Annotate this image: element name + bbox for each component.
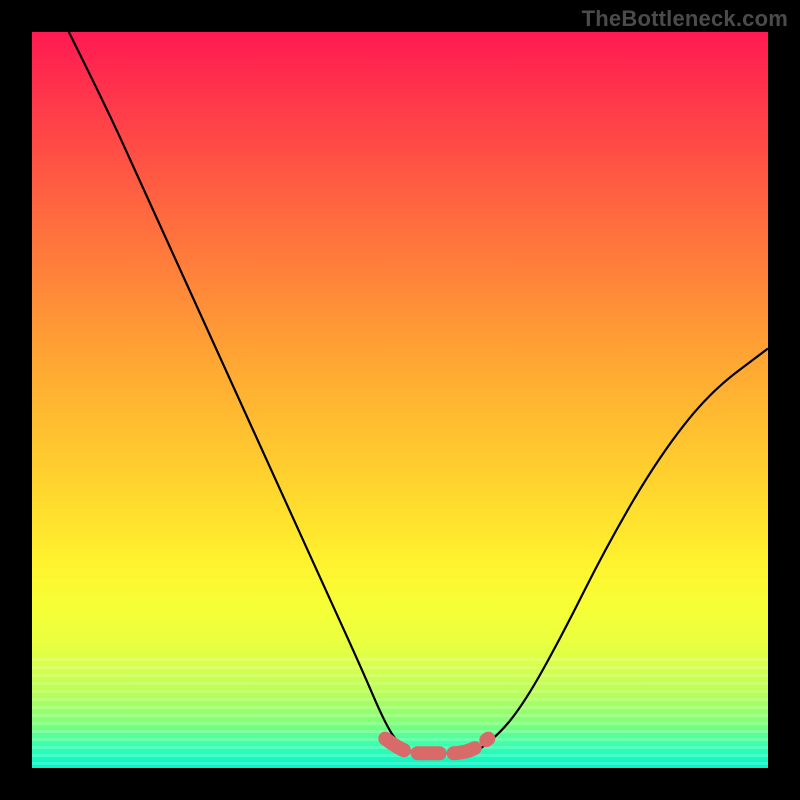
plot-area: [32, 32, 768, 768]
chart-frame: TheBottleneck.com: [0, 0, 800, 800]
curve-left: [69, 32, 415, 753]
marker-flat: [385, 739, 488, 754]
watermark-text: TheBottleneck.com: [582, 6, 788, 32]
curve-svg: [32, 32, 768, 768]
curve-right: [474, 349, 768, 754]
